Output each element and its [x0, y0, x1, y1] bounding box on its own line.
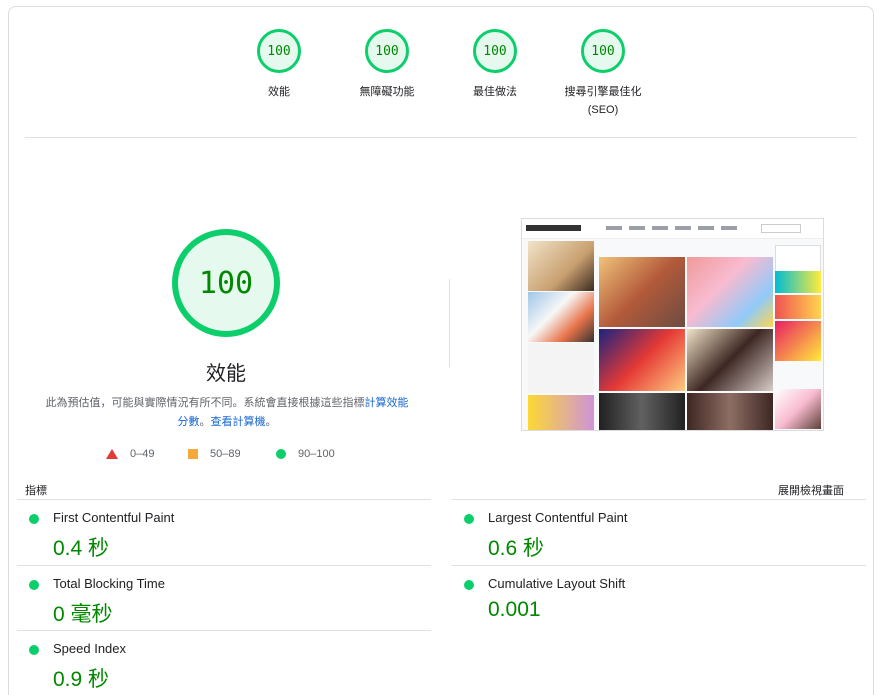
metrics-header: 指標: [25, 485, 47, 497]
performance-score-gauge[interactable]: 100: [257, 29, 301, 73]
category-label: 搜尋引擎最佳化 (SEO): [553, 83, 653, 119]
metric-value: 0.9 秒: [53, 668, 110, 691]
green-circle-icon: [29, 580, 39, 590]
category-label: 效能: [268, 86, 290, 98]
legend-average-label: 50–89: [210, 448, 241, 460]
note-end: 。: [265, 416, 277, 428]
metric-value: 0.6 秒: [488, 537, 545, 560]
metric-value: 0.001: [488, 598, 541, 621]
metric-speed-index: Speed Index 0.9 秒: [17, 630, 431, 695]
legend-average: 50–89: [188, 448, 241, 460]
metric-name: Cumulative Layout Shift: [488, 576, 626, 591]
metric-cumulative-layout-shift: Cumulative Layout Shift 0.001: [452, 565, 866, 630]
category-performance[interactable]: 100 效能: [229, 29, 329, 101]
orange-square-icon: [188, 449, 198, 459]
category-label: 最佳做法: [473, 86, 517, 98]
metric-first-contentful-paint: First Contentful Paint 0.4 秒: [17, 499, 431, 564]
metric-total-blocking-time: Total Blocking Time 0 毫秒: [17, 565, 431, 630]
legend-fail-label: 0–49: [130, 448, 155, 460]
legend-pass-label: 90–100: [298, 448, 335, 460]
category-accessibility[interactable]: 100 無障礙功能: [337, 29, 437, 101]
note-separator: 。: [199, 416, 211, 428]
best-practices-score-gauge[interactable]: 100: [473, 29, 517, 73]
legend-pass: 90–100: [276, 448, 335, 460]
note-text: 此為預估值，可能與實際情況有所不同。系統會直接根據這些指標: [45, 397, 365, 409]
green-circle-icon: [276, 449, 286, 459]
view-calculator-link[interactable]: 查看計算機: [211, 416, 266, 428]
category-seo[interactable]: 100 搜尋引擎最佳化 (SEO): [553, 29, 653, 119]
lighthouse-report-card: 100 效能 100 無障礙功能 100 最佳做法 100 搜尋引擎最佳化 (S…: [8, 6, 874, 695]
expand-view-toggle[interactable]: 展開檢視畫面: [778, 482, 844, 498]
metric-value: 0.4 秒: [53, 537, 110, 560]
legend-fail: 0–49: [106, 448, 154, 460]
green-circle-icon: [29, 645, 39, 655]
category-label: 無障礙功能: [359, 86, 415, 98]
metric-name: Total Blocking Time: [53, 576, 165, 591]
final-screenshot-thumbnail[interactable]: [521, 218, 824, 431]
performance-title: 效能: [206, 363, 246, 385]
red-triangle-icon: [106, 449, 118, 459]
estimate-note: 此為預估值，可能與實際情況有所不同。系統會直接根據這些指標計算效能分數。查看計算…: [41, 394, 413, 432]
seo-score-gauge[interactable]: 100: [581, 29, 625, 73]
seo-label: 搜尋引擎最佳化: [564, 86, 642, 98]
category-best-practices[interactable]: 100 最佳做法: [445, 29, 545, 101]
performance-big-gauge: 100: [172, 229, 280, 337]
green-circle-icon: [464, 514, 474, 524]
header-divider: [25, 137, 857, 138]
green-circle-icon: [464, 580, 474, 590]
metric-name: Speed Index: [53, 641, 127, 656]
metric-name: First Contentful Paint: [53, 510, 175, 525]
metric-largest-contentful-paint: Largest Contentful Paint 0.6 秒: [452, 499, 866, 564]
metric-name: Largest Contentful Paint: [488, 510, 628, 525]
seo-sublabel: (SEO): [587, 104, 619, 116]
green-circle-icon: [29, 514, 39, 524]
metric-value: 0 毫秒: [53, 603, 113, 626]
accessibility-score-gauge[interactable]: 100: [365, 29, 409, 73]
thumbnail-nav-bar: [522, 219, 823, 239]
vertical-separator: [449, 279, 450, 367]
